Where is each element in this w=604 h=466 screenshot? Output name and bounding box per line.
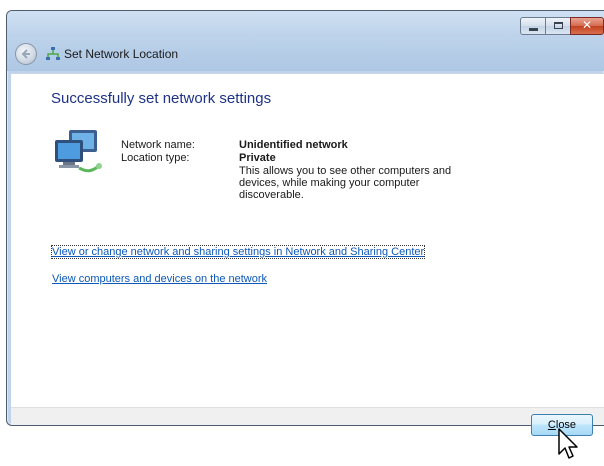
minimize-button[interactable]	[520, 17, 546, 35]
mouse-cursor-icon	[558, 428, 578, 459]
dialog-window: Set Network Location ✕ Successfully set …	[6, 10, 604, 426]
maximize-button[interactable]	[545, 17, 571, 35]
network-title-icon	[46, 47, 60, 60]
network-sharing-center-link[interactable]: View or change network and sharing setti…	[50, 245, 426, 259]
network-computers-icon	[55, 130, 102, 173]
content-area: Successfully set network settings Networ…	[11, 73, 604, 408]
view-computers-link[interactable]: View computers and devices on the networ…	[52, 273, 267, 285]
close-button-accel: C	[547, 419, 556, 431]
location-type-label: Location type:	[121, 152, 190, 164]
network-name-value: Unidentified network	[239, 139, 348, 151]
location-description: This allows you to see other computers a…	[239, 165, 452, 201]
window-title: Set Network Location	[64, 47, 179, 61]
maximize-icon	[554, 22, 563, 29]
close-icon: ✕	[581, 18, 593, 32]
footer-bar	[11, 407, 604, 425]
back-button[interactable]	[15, 43, 37, 65]
close-window-button[interactable]: ✕	[570, 17, 604, 35]
title-bar[interactable]: Set Network Location	[7, 11, 604, 71]
network-name-label: Network name:	[121, 139, 195, 151]
caption-buttons: ✕	[520, 17, 604, 35]
page-title: Successfully set network settings	[51, 90, 272, 107]
minimize-icon	[529, 28, 538, 31]
location-type-value: Private	[239, 152, 276, 164]
back-arrow-icon	[21, 49, 30, 59]
